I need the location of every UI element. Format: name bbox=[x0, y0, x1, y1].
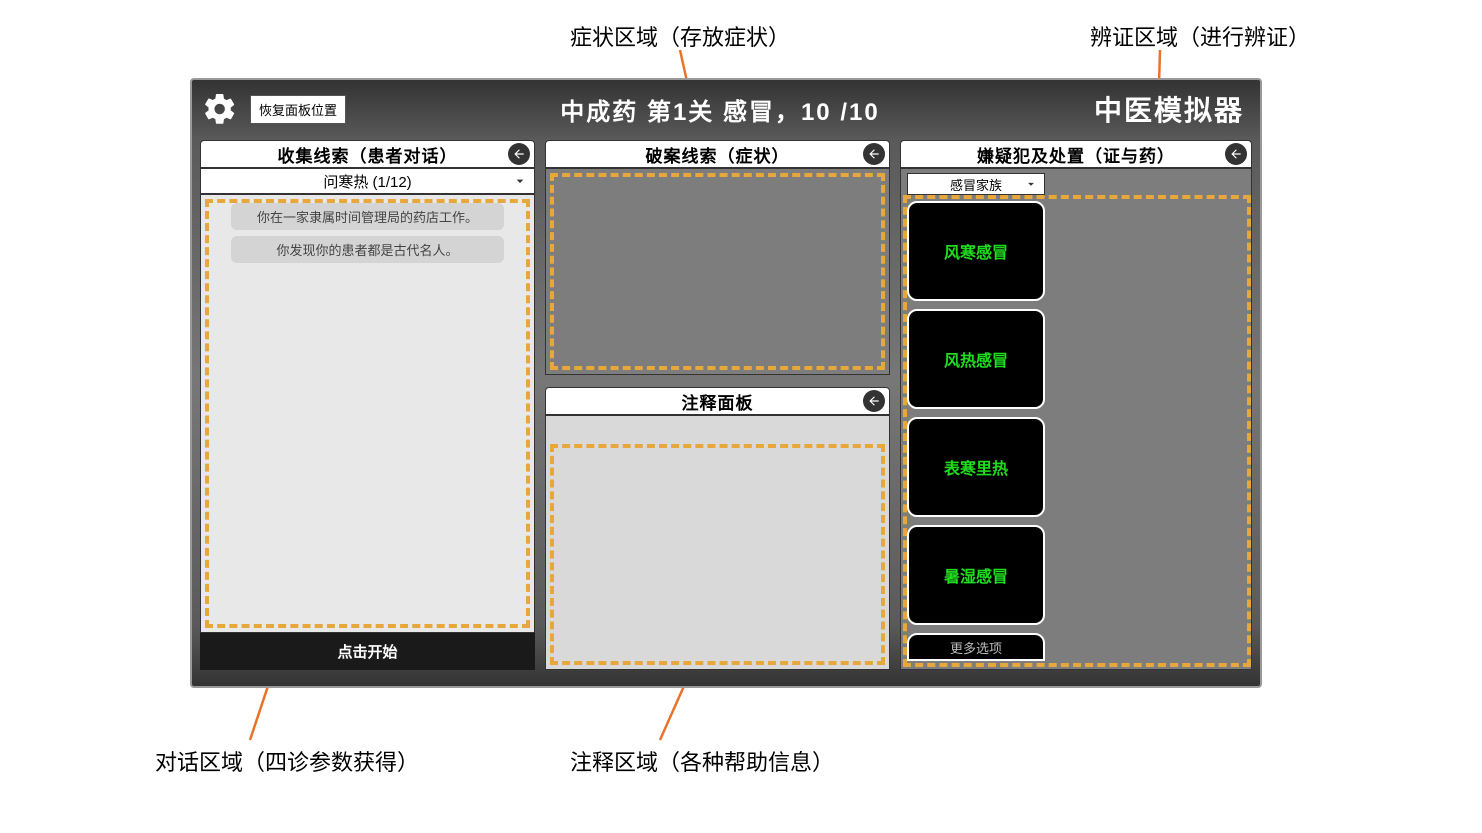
reset-panels-button[interactable]: 恢复面板位置 bbox=[250, 95, 346, 124]
more-options-button[interactable]: 更多选项 bbox=[907, 633, 1045, 661]
diagnosis-list: 感冒家族 风寒感冒 风热感冒 表寒里热 暑湿感冒 更多选项 bbox=[901, 169, 1051, 669]
level-info: 中成药 第1关 感冒，10 /10 bbox=[356, 92, 1084, 127]
diagnosis-card[interactable]: 风热感冒 bbox=[907, 309, 1045, 409]
symptom-body[interactable] bbox=[545, 168, 890, 375]
diagnosis-panel-title: 嫌疑犯及处置（证与药） bbox=[977, 142, 1175, 167]
diagnosis-panel: 嫌疑犯及处置（证与药） 感冒家族 风寒感冒 风热感冒 表寒里热 暑 bbox=[900, 140, 1252, 670]
gear-icon[interactable] bbox=[200, 89, 240, 129]
annotation-symptom: 症状区域（存放症状） bbox=[570, 20, 790, 52]
chat-message: 你在一家隶属时间管理局的药店工作。 bbox=[231, 203, 504, 230]
app-title: 中医模拟器 bbox=[1094, 89, 1244, 129]
family-dropdown[interactable]: 感冒家族 bbox=[907, 173, 1045, 195]
dialog-panel-header: 收集线索（患者对话） bbox=[200, 140, 535, 168]
diagnosis-card[interactable]: 暑湿感冒 bbox=[907, 525, 1045, 625]
start-button[interactable]: 点击开始 bbox=[200, 633, 535, 670]
symptom-panel-title: 破案线索（症状） bbox=[646, 142, 790, 167]
annotation-dialog: 对话区域（四诊参数获得） bbox=[155, 745, 419, 777]
symptom-panel: 破案线索（症状） bbox=[545, 140, 890, 375]
back-icon[interactable] bbox=[863, 390, 885, 412]
diagnosis-drop-area[interactable] bbox=[1051, 169, 1251, 669]
notes-panel-title: 注释面板 bbox=[682, 389, 754, 414]
dialog-panel: 收集线索（患者对话） 问寒热 (1/12) 你在一家隶属时间管理局的药店工作。 … bbox=[200, 140, 535, 670]
top-bar: 恢复面板位置 中成药 第1关 感冒，10 /10 中医模拟器 bbox=[200, 86, 1252, 132]
chat-message: 你发现你的患者都是古代名人。 bbox=[231, 236, 504, 263]
diagnosis-body: 感冒家族 风寒感冒 风热感冒 表寒里热 暑湿感冒 更多选项 bbox=[900, 168, 1252, 670]
diagnosis-card[interactable]: 表寒里热 bbox=[907, 417, 1045, 517]
dialog-panel-title: 收集线索（患者对话） bbox=[278, 142, 458, 167]
back-icon[interactable] bbox=[1225, 143, 1247, 165]
back-icon[interactable] bbox=[508, 143, 530, 165]
family-dropdown-label: 感冒家族 bbox=[950, 175, 1002, 194]
symptom-panel-header: 破案线索（症状） bbox=[545, 140, 890, 168]
middle-column: 破案线索（症状） 注释面板 bbox=[545, 140, 890, 670]
dialog-subheader-label: 问寒热 (1/12) bbox=[323, 171, 411, 192]
annotation-notes: 注释区域（各种帮助信息） bbox=[570, 745, 834, 777]
diagnosis-card[interactable]: 风寒感冒 bbox=[907, 201, 1045, 301]
notes-panel-header: 注释面板 bbox=[545, 387, 890, 415]
notes-panel: 注释面板 bbox=[545, 387, 890, 670]
annotation-diagnosis: 辨证区域（进行辨证） bbox=[1090, 20, 1310, 52]
chevron-down-icon bbox=[512, 173, 528, 189]
chevron-down-icon bbox=[1024, 177, 1040, 193]
dialog-subheader[interactable]: 问寒热 (1/12) bbox=[200, 168, 535, 194]
app-window: 恢复面板位置 中成药 第1关 感冒，10 /10 中医模拟器 收集线索（患者对话… bbox=[190, 78, 1262, 688]
dialog-body: 你在一家隶属时间管理局的药店工作。 你发现你的患者都是古代名人。 bbox=[200, 194, 535, 633]
diagnosis-panel-header: 嫌疑犯及处置（证与药） bbox=[900, 140, 1252, 168]
notes-body bbox=[545, 415, 890, 670]
back-icon[interactable] bbox=[863, 143, 885, 165]
